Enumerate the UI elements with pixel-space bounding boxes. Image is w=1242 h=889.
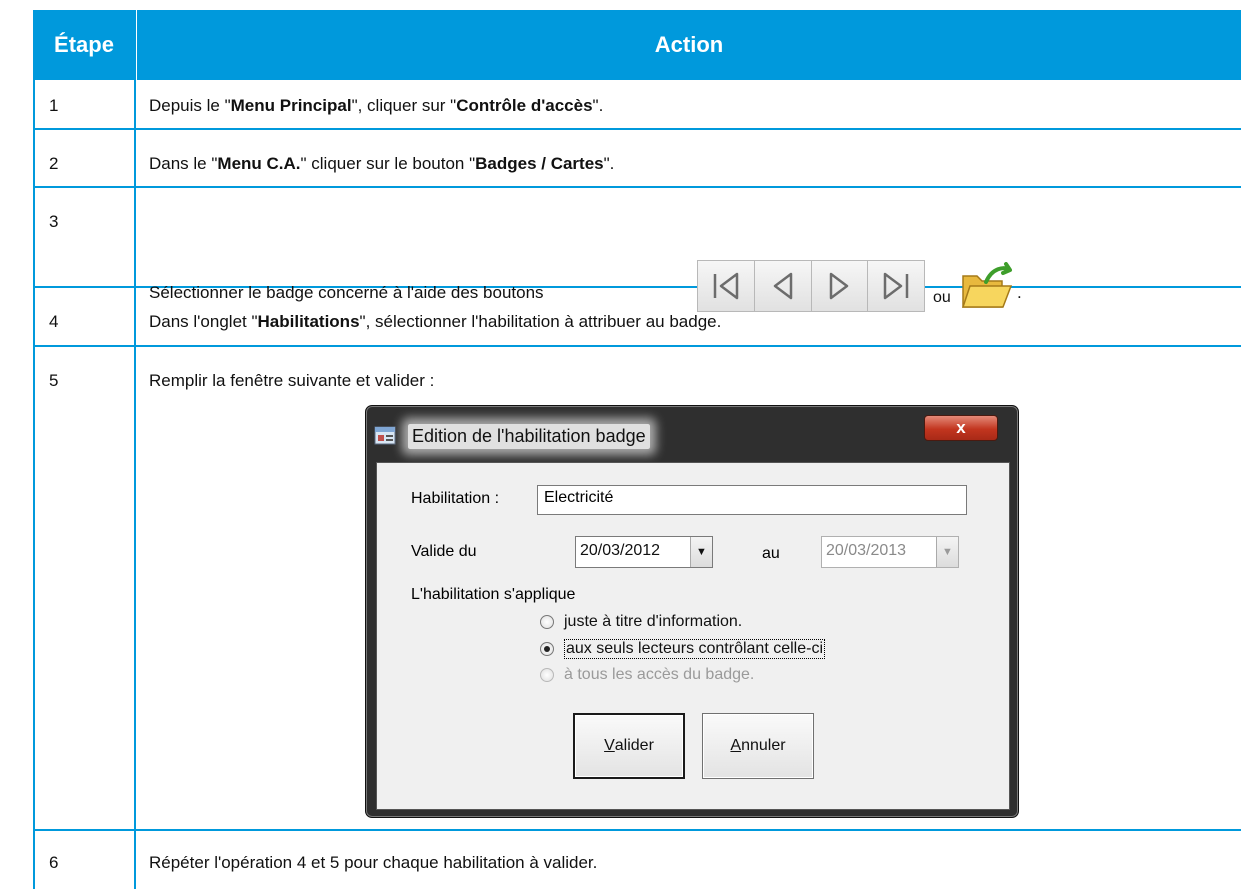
action-text-or: ou (933, 289, 951, 306)
table-header: Étape Action (33, 10, 1241, 80)
edit-habilitation-dialog: Edition de l'habilitation badge x Habili… (365, 405, 1019, 818)
radio-icon (540, 642, 554, 656)
action-text: Répéter l'opération 4 et 5 pour chaque h… (149, 853, 598, 872)
grid-line-middle (134, 80, 136, 889)
step-number: 4 (49, 312, 59, 331)
step-number: 2 (49, 154, 59, 173)
action-text: Sélectionner le badge concerné à l'aide … (149, 283, 544, 302)
close-icon: x (956, 418, 966, 437)
step-number: 1 (49, 96, 59, 115)
first-record-icon (698, 261, 755, 311)
cancel-button[interactable]: Annuler (702, 713, 814, 779)
row-divider (33, 186, 1241, 188)
close-button[interactable]: x (924, 415, 998, 441)
chevron-down-icon: ▼ (936, 537, 958, 567)
radio-icon (540, 615, 554, 629)
row-divider (33, 128, 1241, 130)
grid-line-left (33, 80, 35, 889)
dialog-title: Edition de l'habilitation badge (408, 423, 650, 449)
dialog-titlebar: Edition de l'habilitation badge x (374, 412, 1010, 460)
action-text: Dans l'onglet "Habilitations", sélection… (149, 312, 722, 331)
habilitation-label: Habilitation : (411, 490, 500, 507)
option-readers-only[interactable]: aux seuls lecteurs contrôlant celle-ci (540, 639, 826, 659)
action-text: Depuis le "Menu Principal", cliquer sur … (149, 96, 604, 115)
previous-record-icon (754, 261, 812, 311)
row-divider (33, 829, 1241, 831)
last-record-icon (868, 261, 924, 311)
habilitation-field[interactable]: Electricité (537, 485, 967, 515)
step-number: 6 (49, 853, 59, 872)
header-step: Étape (54, 32, 114, 57)
option-all-access: à tous les accès du badge. (540, 666, 754, 684)
action-text: Remplir la fenêtre suivante et valider : (149, 371, 435, 390)
date-from-value: 20/03/2012 (580, 542, 661, 559)
app-icon (374, 426, 396, 445)
dialog-body: Habilitation : Electricité Valide du 20/… (376, 462, 1010, 810)
next-record-icon (811, 261, 869, 311)
open-folder-icon (960, 262, 1014, 312)
record-navigation (697, 260, 925, 312)
applies-label: L'habilitation s'applique (411, 586, 576, 603)
row-divider (33, 345, 1241, 347)
au-label: au (762, 545, 780, 562)
action-text: Dans le "Menu C.A." cliquer sur le bouto… (149, 154, 615, 173)
chevron-down-icon[interactable]: ▼ (690, 537, 712, 567)
date-to-select: 20/03/2013 ▼ (821, 536, 959, 568)
option-information[interactable]: juste à titre d'information. (540, 613, 742, 631)
validate-button[interactable]: Valider (573, 713, 685, 779)
valide-du-label: Valide du (411, 543, 477, 560)
header-action: Action (136, 10, 1241, 80)
step-number: 5 (49, 371, 59, 390)
radio-icon (540, 668, 554, 682)
date-to-value: 20/03/2013 (826, 542, 907, 559)
step-number: 3 (49, 212, 59, 231)
date-from-select[interactable]: 20/03/2012 ▼ (575, 536, 713, 568)
action-text-end: . (1017, 283, 1022, 302)
